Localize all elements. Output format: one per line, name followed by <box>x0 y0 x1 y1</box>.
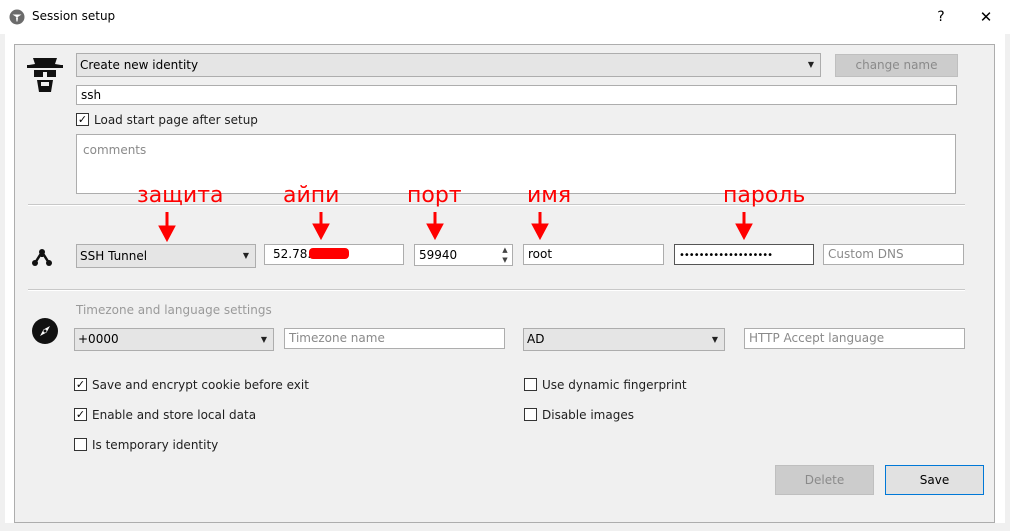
accept-language-placeholder: HTTP Accept language <box>749 331 885 345</box>
protocol-select-value: SSH Tunnel <box>80 249 148 263</box>
timezone-name-placeholder: Timezone name <box>289 331 385 345</box>
separator <box>28 289 965 291</box>
disable-images-checkbox[interactable] <box>524 408 537 421</box>
disable-images-label: Disable images <box>542 408 634 422</box>
temporary-identity-checkbox[interactable] <box>74 438 87 451</box>
ip-value: 52.78. <box>273 247 312 261</box>
network-icon <box>31 246 53 268</box>
dynamic-fingerprint-label: Use dynamic fingerprint <box>542 378 687 392</box>
local-data-checkbox[interactable]: ✓ <box>74 408 87 421</box>
protocol-select[interactable]: SSH Tunnel ▼ <box>76 244 256 268</box>
timezone-offset-value: +0000 <box>78 332 119 346</box>
compass-icon <box>31 317 59 345</box>
redaction-mark <box>309 248 349 259</box>
chevron-down-icon: ▼ <box>711 335 718 344</box>
timezone-name-input[interactable]: Timezone name <box>284 328 505 349</box>
language-value: AD <box>527 332 545 346</box>
temporary-identity-label: Is temporary identity <box>92 438 219 452</box>
save-cookie-checkbox[interactable]: ✓ <box>74 378 87 391</box>
delete-button[interactable]: Delete <box>775 465 874 495</box>
chevron-down-icon: ▼ <box>260 335 267 344</box>
save-cookie-label: Save and encrypt cookie before exit <box>92 378 309 392</box>
accept-language-input[interactable]: HTTP Accept language <box>744 328 965 349</box>
chevron-down-icon: ▼ <box>242 251 249 260</box>
timezone-section-title: Timezone and language settings <box>76 303 272 317</box>
user-input[interactable]: root <box>523 244 664 265</box>
password-input[interactable]: ••••••••••••••••••• <box>674 244 814 265</box>
local-data-label: Enable and store local data <box>92 408 257 422</box>
language-select[interactable]: AD ▼ <box>523 328 725 351</box>
custom-dns-input[interactable]: Custom DNS <box>823 244 964 265</box>
dynamic-fingerprint-checkbox[interactable] <box>524 378 537 391</box>
port-spin-down[interactable]: ▼ <box>498 255 512 265</box>
timezone-offset-select[interactable]: +0000 ▼ <box>74 328 274 351</box>
password-mask: ••••••••••••••••••• <box>679 250 773 261</box>
custom-dns-placeholder: Custom DNS <box>828 247 904 261</box>
save-button[interactable]: Save <box>885 465 984 495</box>
port-spin-up[interactable]: ▲ <box>498 245 512 255</box>
port-value: 59940 <box>419 248 458 262</box>
